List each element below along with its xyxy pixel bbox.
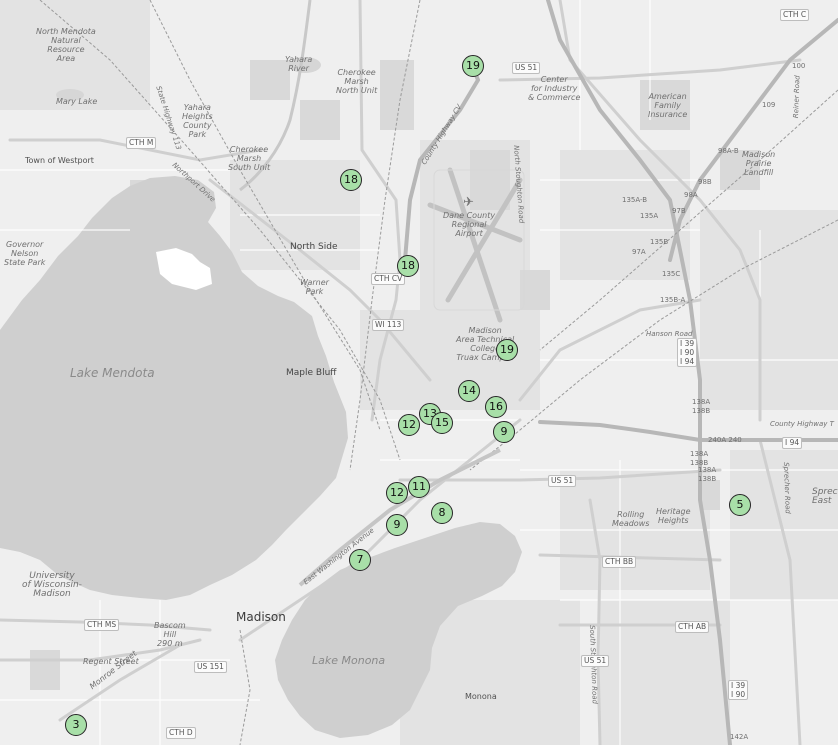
mary-lake-label: Mary Lake [56, 97, 98, 106]
north-mendota-natural-area-label: North Mendota Natural Resource Area [36, 27, 96, 63]
sprecher-east-label: Sprech East [812, 487, 838, 506]
exit-98ab-label: 98A-B [718, 147, 739, 155]
us-151-shield: US 151 [194, 661, 227, 673]
exit-135ba-label: 135B-A [660, 296, 686, 304]
county-highway-t-label: County Highway T [770, 420, 834, 428]
map-marker[interactable]: 16 [485, 396, 507, 418]
us-51-shield: US 51 [512, 62, 541, 74]
map-marker[interactable]: 19 [462, 55, 484, 77]
exit-98a-label: 98A [684, 191, 698, 199]
cherokee-marsh-south-label: Cherokee Marsh South Unit [228, 145, 271, 172]
exit-138ab-3-label: 138A 138B [698, 466, 717, 483]
map-marker[interactable]: 12 [398, 414, 420, 436]
map-marker[interactable]: 11 [408, 476, 430, 498]
map-marker[interactable]: 18 [397, 255, 419, 277]
dane-county-airport-label: Dane County Regional Airport [443, 211, 496, 238]
map-marker[interactable]: 14 [458, 380, 480, 402]
madison-prairie-landfill-label: Madison Prairie Landfill [742, 150, 776, 177]
map-marker[interactable]: 8 [431, 502, 453, 524]
wi-113-shield: WI 113 [372, 319, 405, 331]
cth-c-shield: CTH C [780, 9, 810, 21]
interstate-39-90-94-shield: I 39 I 90 I 94 [677, 338, 698, 367]
map-marker[interactable]: 3 [65, 714, 87, 736]
reiner-road-label: Reiner Road [792, 75, 802, 119]
heritage-heights-label: Heritage Heights [656, 507, 691, 525]
exit-142a-label: 142A [730, 733, 749, 741]
maple-bluff-label: Maple Bluff [286, 368, 337, 378]
exit-100-label: 100 [792, 62, 806, 70]
cth-bb-shield: CTH BB [602, 556, 637, 568]
map-marker[interactable]: 9 [386, 514, 408, 536]
sprecher-road-label: Sprecher Road [782, 462, 792, 514]
map-marker[interactable]: 12 [386, 482, 408, 504]
exit-97b-label: 97B [672, 207, 686, 215]
map-marker[interactable]: 18 [340, 169, 362, 191]
cth-cv-shield: CTH CV [371, 273, 406, 285]
american-family-insurance-label: American Family Insurance [648, 92, 688, 119]
governor-nelson-state-park-label: Governor Nelson State Park [4, 240, 46, 267]
airport-icon: ✈ [463, 195, 474, 210]
map-marker[interactable]: 15 [431, 412, 453, 434]
bascom-hill-label: Bascom Hill 290 m [154, 621, 186, 648]
exit-138ab-label: 138A 138B [692, 398, 711, 415]
madison-city-label: Madison [236, 610, 286, 624]
interstate-39-90-shield: I 39 I 90 [728, 680, 749, 700]
exit-109-label: 109 [762, 101, 776, 109]
exit-135b-label: 135B [650, 238, 669, 246]
interstate-94-shield: I 94 [782, 437, 803, 449]
map-marker[interactable]: 19 [496, 339, 518, 361]
cth-m-shield: CTH M [126, 137, 157, 149]
cth-d-shield: CTH D [166, 727, 196, 739]
center-industry-commerce-label: Center for Industry & Commerce [528, 75, 581, 102]
us-51-shield-mid: US 51 [548, 475, 577, 487]
cth-ms-shield: CTH MS [84, 619, 120, 631]
yahara-heights-park-label: Yahara Heights County Park [182, 103, 213, 139]
uw-madison-label: University of Wisconsin- Madison [22, 571, 82, 599]
lake-mendota-label: Lake Mendota [70, 366, 155, 380]
exit-97a-label: 97A [632, 248, 646, 256]
warner-park-label: Warner Park [300, 278, 329, 296]
cherokee-marsh-north-label: Cherokee Marsh North Unit [336, 68, 378, 95]
north-side-label: North Side [290, 242, 338, 252]
exit-135a-label: 135A [640, 212, 659, 220]
exit-240a-label: 240A 240 [708, 436, 742, 444]
us-51-shield-south: US 51 [581, 655, 610, 667]
map-marker[interactable]: 7 [349, 549, 371, 571]
map-marker[interactable]: 9 [493, 421, 515, 443]
exit-98b-label: 98B [698, 178, 712, 186]
exit-135c-label: 135C [662, 270, 681, 278]
yahara-river-label: Yahara River [285, 55, 313, 73]
town-of-westport-label: Town of Westport [25, 156, 94, 165]
cth-ab-shield: CTH AB [675, 621, 710, 633]
rolling-meadows-label: Rolling Meadows [612, 510, 650, 528]
map-canvas[interactable]: North Mendota Natural Resource Area Yaha… [0, 0, 838, 745]
exit-135ab-label: 135A-B [622, 196, 648, 204]
map-marker[interactable]: 5 [729, 494, 751, 516]
lake-monona-label: Lake Monona [312, 654, 386, 667]
monona-label: Monona [465, 692, 497, 701]
